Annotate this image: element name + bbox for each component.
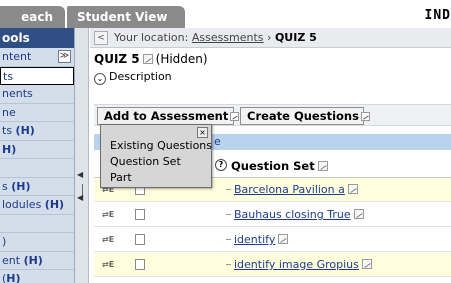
add-to-assessment-menu: × Existing Questions Question Set Part xyxy=(100,124,212,188)
table-row: ⇄E identify xyxy=(94,228,451,252)
sidebar-item-selected[interactable]: ts xyxy=(0,66,74,85)
hidden-marker: (H) xyxy=(23,253,43,267)
sort-icon[interactable] xyxy=(317,161,328,171)
expand-circle-icon[interactable]: ⌄ xyxy=(94,73,106,85)
sidebar-item-label: ts xyxy=(2,124,16,137)
sidebar-item[interactable]: ent (H) xyxy=(0,252,74,270)
sidebar-item-label: ) xyxy=(2,235,7,248)
breadcrumb-prefix: Your location: xyxy=(114,31,192,44)
hidden-marker: H) xyxy=(2,142,17,156)
sidebar-item[interactable] xyxy=(0,215,74,233)
sidebar-item[interactable]: lodules (H) xyxy=(0,196,74,215)
tab-teach[interactable]: each xyxy=(0,6,65,28)
sidebar-item-label: nents xyxy=(2,87,33,100)
question-set-title: Bauhaus closing True xyxy=(234,208,351,221)
edit-icon[interactable] xyxy=(278,234,289,244)
sidebar: ools ntent ≫ ts nents ne ts (H) H) s (H)… xyxy=(0,28,75,283)
drag-handle-icon[interactable]: ⇄E xyxy=(102,260,114,269)
breadcrumb-link-assessments[interactable]: Assessments xyxy=(192,31,264,44)
sidebar-splitter[interactable]: ◀ ◀ xyxy=(75,28,89,283)
drag-handle-icon[interactable]: ⇄E xyxy=(102,235,114,244)
edit-icon[interactable] xyxy=(361,259,372,269)
question-set-header-label: Question Set xyxy=(231,159,315,173)
menu-item-existing-questions[interactable]: Existing Questions xyxy=(110,139,212,152)
close-icon[interactable]: × xyxy=(197,127,208,138)
tree-line-icon xyxy=(226,214,231,215)
breadcrumb-separator: › xyxy=(263,31,275,44)
create-questions-button[interactable]: Create Questions xyxy=(240,107,370,125)
hidden-marker: (H) xyxy=(15,124,35,137)
menu-item-question-set[interactable]: Question Set xyxy=(110,155,181,168)
caption-text: e xyxy=(214,135,221,148)
question-set-title: Barcelona Pavilion a xyxy=(234,183,345,196)
edit-icon[interactable] xyxy=(347,184,358,194)
sidebar-item-label: ts xyxy=(3,69,14,83)
tree-line-icon xyxy=(226,264,231,265)
hidden-marker: (H) xyxy=(44,198,65,211)
description-toggle[interactable]: ⌄ Description xyxy=(94,70,172,85)
help-icon[interactable]: ? xyxy=(215,159,227,171)
table-row: ⇄E Bauhaus closing True xyxy=(94,203,451,227)
sidebar-item-label: ne xyxy=(2,105,16,119)
question-set-link[interactable]: Barcelona Pavilion a xyxy=(234,183,361,196)
collapse-left-icon[interactable]: ◀ xyxy=(77,170,83,179)
quiz-name: QUIZ 5 xyxy=(94,52,140,66)
description-label: Description xyxy=(109,70,172,83)
add-to-assessment-label: Add to Assessment xyxy=(104,109,229,123)
table-row: ⇄E identify image Gropius xyxy=(94,253,451,277)
breadcrumb: < Your location: Assessments › QUIZ 5 xyxy=(90,28,451,48)
row-checkbox[interactable] xyxy=(135,259,145,270)
header-title: IND xyxy=(424,8,451,23)
top-tab-bar: each Student View IND xyxy=(0,0,451,28)
expand-left-icon[interactable]: ◀ xyxy=(77,193,83,202)
edit-icon[interactable] xyxy=(353,209,364,219)
hidden-marker: (H) xyxy=(11,179,31,193)
question-set-link[interactable]: Bauhaus closing True xyxy=(234,208,367,221)
hidden-marker: H) xyxy=(6,272,21,283)
sidebar-item-label: ntent xyxy=(2,50,32,63)
sidebar-item[interactable]: nents xyxy=(0,85,74,104)
sidebar-header: ools xyxy=(0,28,74,48)
tree-line-icon xyxy=(226,239,231,240)
tab-student-view[interactable]: Student View xyxy=(67,6,185,28)
tree-line-icon xyxy=(226,189,231,190)
sidebar-item-label: lodules xyxy=(2,198,45,211)
add-to-assessment-button[interactable]: Add to Assessment xyxy=(97,107,240,125)
collapse-chevron-icon[interactable]: ≫ xyxy=(58,50,71,63)
question-set-link[interactable]: identify xyxy=(234,233,291,246)
page-title: QUIZ 5 (Hidden) xyxy=(94,52,208,66)
sidebar-item[interactable]: ne xyxy=(0,104,74,122)
question-set-title: identify image Gropius xyxy=(234,258,359,271)
column-header-question-set[interactable]: Question Set xyxy=(231,159,331,173)
sidebar-item-label: ent xyxy=(2,253,24,267)
drag-handle-icon[interactable]: ⇄E xyxy=(102,210,114,219)
back-arrow-icon[interactable]: < xyxy=(94,31,108,45)
sidebar-item[interactable]: ) xyxy=(0,233,74,252)
dropdown-icon xyxy=(360,112,370,121)
toolbar: Add to Assessment Create Questions xyxy=(94,104,451,126)
breadcrumb-current: QUIZ 5 xyxy=(274,31,317,44)
edit-icon[interactable] xyxy=(142,54,153,64)
quiz-status: (Hidden) xyxy=(155,52,208,66)
sidebar-item[interactable]: (H) xyxy=(0,270,74,283)
create-questions-label: Create Questions xyxy=(247,109,359,123)
sidebar-item[interactable]: H) xyxy=(0,141,74,159)
sidebar-item[interactable]: ts (H) xyxy=(0,122,74,141)
sidebar-item[interactable]: s (H) xyxy=(0,178,74,196)
question-set-link[interactable]: identify image Gropius xyxy=(234,258,375,271)
sidebar-item[interactable] xyxy=(0,159,74,178)
menu-item-part[interactable]: Part xyxy=(110,171,132,184)
row-checkbox[interactable] xyxy=(135,209,145,220)
dropdown-icon xyxy=(230,112,240,121)
sidebar-item-content[interactable]: ntent ≫ xyxy=(0,48,74,67)
question-set-title: identify xyxy=(234,233,276,246)
sidebar-item-label: s xyxy=(2,179,12,193)
row-checkbox[interactable] xyxy=(135,234,145,245)
